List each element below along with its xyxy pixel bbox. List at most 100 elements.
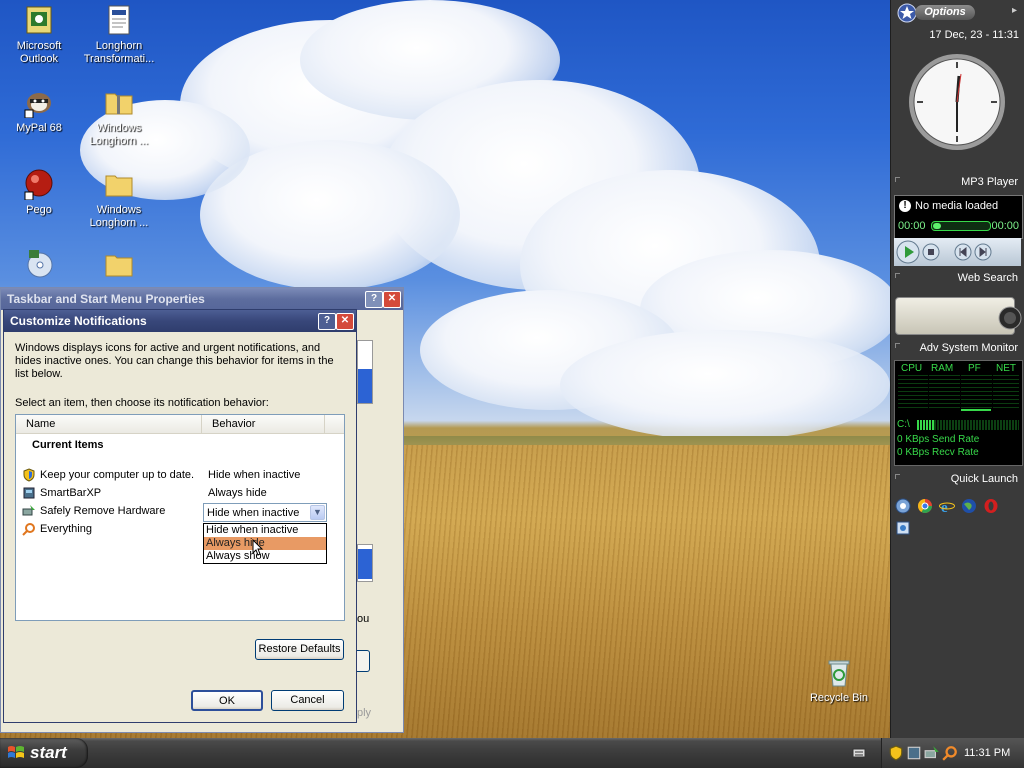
close-button[interactable]: ✕: [383, 291, 401, 308]
system-monitor-heading: Adv System Monitor: [891, 339, 1024, 357]
desktop-icon-label: Longhorn Transformati...: [83, 40, 155, 65]
notification-items-list[interactable]: Name Behavior Current Items Keep your co…: [15, 414, 345, 621]
list-item[interactable]: Keep your computer up to date. Hide when…: [22, 467, 332, 483]
next-icon[interactable]: [974, 243, 992, 261]
ok-button[interactable]: OK: [191, 690, 263, 711]
shield-icon[interactable]: [888, 745, 904, 761]
restore-defaults-button[interactable]: Restore Defaults: [255, 639, 344, 660]
taskbar-properties-titlebar[interactable]: Taskbar and Start Menu Properties ? ✕: [1, 288, 403, 310]
apply-button-partial[interactable]: ply: [357, 707, 371, 719]
dialog-description: Windows displays icons for active and ur…: [15, 342, 334, 380]
desktop-icon-mypal[interactable]: MyPal 68: [0, 86, 78, 135]
mp3-status: No media loaded: [915, 200, 999, 212]
drive-usage-bar: [917, 420, 1019, 430]
opera-icon[interactable]: [983, 498, 999, 514]
desktop-icon-longhorn-folder[interactable]: Windows Longhorn ...: [80, 168, 158, 230]
item-behavior: Hide when inactive: [208, 469, 301, 481]
previous-icon[interactable]: [954, 243, 972, 261]
item-name: Everything: [40, 523, 92, 535]
search-icon[interactable]: [997, 305, 1023, 331]
play-icon[interactable]: [896, 240, 920, 264]
stop-icon[interactable]: [922, 243, 940, 261]
mp3-seek-bar[interactable]: [931, 221, 991, 231]
analog-clock-icon: [909, 54, 1005, 150]
settings-icon[interactable]: [895, 520, 911, 536]
desktop-icon-longhorn-doc[interactable]: Longhorn Transformati...: [80, 4, 158, 66]
keyboard-icon[interactable]: [852, 746, 866, 760]
system-monitor-display: CPU RAM PF NET C:\ 0 KBps Send Rate 0 KB…: [894, 360, 1023, 466]
media-icon: [27, 250, 53, 278]
help-button[interactable]: ?: [318, 313, 336, 330]
dialog-titlebar[interactable]: Customize Notifications ? ✕: [4, 310, 356, 332]
shield-icon: [23, 468, 35, 482]
desktop-icon-media[interactable]: [0, 248, 78, 284]
item-name: Safely Remove Hardware: [40, 505, 166, 517]
desktop-icon-pego[interactable]: Pego: [0, 168, 78, 217]
folder-icon: [105, 175, 133, 197]
desktop-icon-outlook[interactable]: Microsoft Outlook: [0, 4, 78, 66]
list-header: Name Behavior: [16, 415, 344, 434]
smartbar-icon[interactable]: [906, 745, 922, 761]
desktop-icon-label: MyPal 68: [16, 122, 62, 134]
internet-explorer-icon[interactable]: e: [939, 498, 955, 514]
desktop-icon-recycle-bin[interactable]: Recycle Bin: [800, 656, 878, 705]
desktop-icon-folder[interactable]: [80, 248, 158, 284]
pego-icon: [24, 169, 53, 200]
svg-text:e: e: [941, 500, 948, 514]
chrome-icon[interactable]: [917, 498, 933, 514]
monitor-graphs: [898, 375, 1019, 411]
mypal-icon: [24, 93, 51, 118]
list-section-heading: Current Items: [32, 439, 104, 451]
dropdown-option-always-hide[interactable]: Always hide: [204, 537, 326, 550]
globe-icon[interactable]: [961, 498, 977, 514]
info-icon: !: [899, 200, 911, 212]
cpu-label: CPU: [901, 363, 923, 374]
dropdown-option-hide-when-inactive[interactable]: Hide when inactive: [204, 524, 326, 537]
send-rate: 0 KBps Send Rate: [897, 434, 980, 445]
help-button[interactable]: ?: [365, 291, 383, 308]
column-header-name[interactable]: Name: [16, 415, 202, 433]
safely-remove-hardware-icon[interactable]: [924, 745, 940, 761]
web-search-heading: Web Search: [891, 269, 1024, 287]
search-icon[interactable]: [942, 745, 958, 761]
mp3-controls: [894, 238, 1021, 266]
close-button[interactable]: ✕: [336, 313, 354, 330]
partial-label: ou: [357, 613, 370, 625]
desktop-icon-label: Recycle Bin: [809, 692, 869, 704]
behavior-dropdown-list[interactable]: Hide when inactive Always hide Always sh…: [203, 523, 327, 564]
tray-clock[interactable]: 11:31 PM: [964, 738, 1010, 768]
desktop-icon-longhorn-zip[interactable]: Windows Longhorn ...: [80, 86, 158, 148]
dialog-instruction: Select an item, then choose its notifica…: [15, 397, 269, 409]
dropdown-option-always-show[interactable]: Always show: [204, 550, 326, 563]
customize-notifications-dialog: Customize Notifications ? ✕ Windows disp…: [3, 309, 357, 723]
list-item[interactable]: SmartBarXP Always hide: [22, 485, 332, 501]
mp3-time-end: 00:00: [991, 220, 1019, 232]
behavior-select[interactable]: Hide when inactive ▼: [203, 503, 327, 522]
chevron-down-icon[interactable]: ▼: [310, 505, 325, 520]
sidebar-gadgets: Options ▸ 17 Dec, 23 - 11:31 MP3 Player …: [890, 0, 1024, 738]
cancel-button[interactable]: Cancel: [271, 690, 344, 711]
document-icon: [108, 5, 130, 35]
dialog-title: Customize Notifications: [10, 314, 147, 328]
window-title: Taskbar and Start Menu Properties: [7, 292, 205, 306]
mp3-display: ! No media loaded 00:00 00:00: [894, 195, 1023, 239]
sidebar-datetime: 17 Dec, 23 - 11:31: [929, 29, 1019, 41]
windows-logo-icon: [8, 746, 24, 758]
folder-icon: [105, 255, 133, 277]
sidebar-options-bar[interactable]: Options ▸: [895, 2, 1019, 24]
chevron-right-icon[interactable]: ▸: [1012, 5, 1017, 16]
browser-icon[interactable]: [895, 498, 911, 514]
column-header-behavior[interactable]: Behavior: [202, 415, 325, 433]
item-behavior: Always hide: [208, 487, 267, 499]
options-button[interactable]: Options: [915, 5, 975, 20]
desktop-icon-label: Windows Longhorn ...: [89, 122, 149, 147]
mouse-cursor-icon: [252, 539, 264, 556]
start-button[interactable]: start: [0, 738, 88, 768]
system-tray: 11:31 PM: [881, 738, 1024, 768]
customize-button-partial[interactable]: [357, 650, 370, 672]
outlook-icon: [26, 6, 52, 34]
zip-folder-icon: [105, 93, 133, 115]
smartbar-icon: [23, 487, 35, 499]
mp3-time-start: 00:00: [898, 220, 926, 232]
taskbar: start 11:31 PM: [0, 738, 1024, 768]
